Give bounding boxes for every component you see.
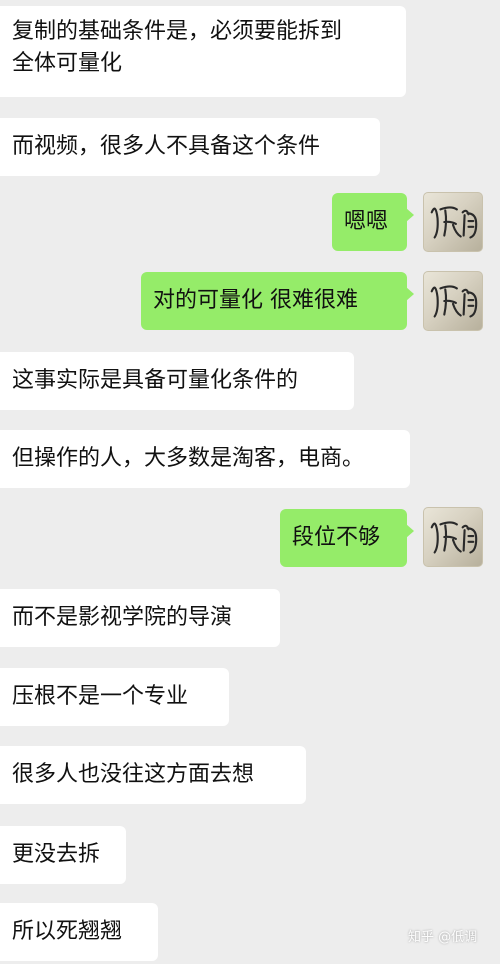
user-avatar[interactable] (423, 271, 483, 331)
zhihu-watermark: 知乎 @低调 (408, 930, 477, 946)
message-bubble-received: 所以死翘翘 (0, 903, 158, 961)
message-bubble-sent: 对的可量化 很难很难 (141, 272, 414, 330)
message-line: 全体可量化 (12, 51, 123, 76)
message-bubble-sent: 段位不够 (280, 509, 414, 567)
message-bubble-received: 复制的基础条件是，必须要能拆到 全体可量化 (0, 6, 406, 97)
message-line: 复制的基础条件是，必须要能拆到 (12, 19, 343, 44)
message-bubble-received: 但操作的人，大多数是淘客，电商。 (0, 430, 410, 488)
message-bubble-received: 压根不是一个专业 (0, 668, 229, 726)
message-bubble-received: 这事实际是具备可量化条件的 (0, 352, 354, 410)
signature-icon (430, 285, 478, 318)
signature-icon (430, 521, 478, 554)
message-bubble-received: 更没去拆 (0, 826, 126, 884)
message-bubble-sent: 嗯嗯 (332, 193, 414, 251)
user-avatar[interactable] (423, 507, 483, 567)
user-avatar[interactable] (423, 192, 483, 252)
message-bubble-received: 而不是影视学院的导演 (0, 589, 280, 647)
message-bubble-received: 很多人也没往这方面去想 (0, 746, 306, 804)
watermark-text: 知乎 @低调 (408, 930, 478, 945)
message-bubble-received: 而视频，很多人不具备这个条件 (0, 118, 380, 176)
signature-icon (430, 206, 478, 239)
